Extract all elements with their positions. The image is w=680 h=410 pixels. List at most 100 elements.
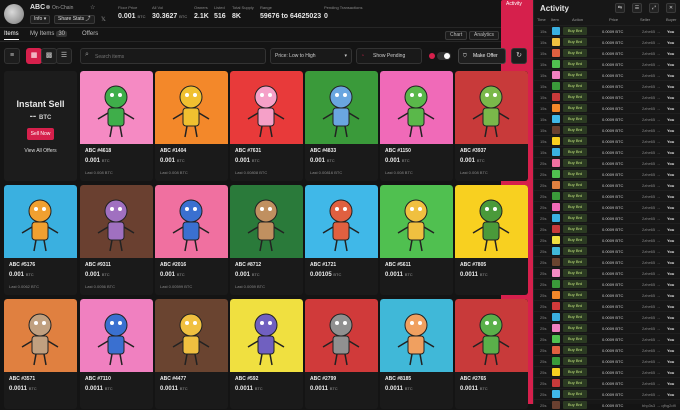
activity-seller[interactable]: 2zhe65 → [642,370,660,375]
activity-buyer[interactable]: You [667,205,674,210]
activity-buyer[interactable]: You [667,95,674,100]
activity-seller[interactable]: 2zhe65 → [642,348,660,353]
activity-row[interactable]: 15s Buy Brd 0.0009 BTC 2zhe65 → You [534,124,680,135]
toggle-switch[interactable] [437,52,451,60]
activity-row[interactable]: 25s Buy Brd 0.0009 BTC 2zhe65 → You [534,289,680,300]
activity-buyer[interactable]: You [667,128,674,133]
activity-row[interactable]: 25s Buy Brd 0.0009 BTC 2zhe65 → You [534,333,680,344]
activity-row[interactable]: 25s Buy Brd 0.0009 BTC 2zhe65 → You [534,223,680,234]
activity-buyer[interactable]: You [667,161,674,166]
activity-row[interactable]: 25s Buy Brd 0.0009 BTC 2zhe65 → You [534,311,680,322]
star-icon[interactable]: ☆ [90,4,95,11]
activity-buyer[interactable]: You [667,29,674,34]
activity-row[interactable]: 25s Buy Brd 0.0009 BTC 2zhe65 → You [534,322,680,333]
nft-card[interactable]: ABC #1150 0.001 BTC Last 0.008 BTC [380,71,453,181]
nft-card[interactable]: ABC #3571 0.0011 BTC [4,299,77,409]
view-tab-analytics[interactable]: Analytics [469,31,500,40]
activity-seller[interactable]: 2zhe65 → [642,62,660,67]
activity-row[interactable]: 15s Buy Brd 0.0009 BTC 2zhe65 → You [534,91,680,102]
activity-row[interactable]: 15s Buy Brd 0.0009 BTC 2zhe65 → You [534,80,680,91]
activity-buyer[interactable]: You [667,326,674,331]
activity-buyer[interactable]: You [667,73,674,78]
activity-seller[interactable]: 2zhe65 → [642,271,660,276]
share-stats-button[interactable]: Share Stats ⤴ [54,15,95,24]
nft-card[interactable]: ABC #9311 0.001 BTC Last 0.0056 BTC [80,185,153,295]
activity-buyer[interactable]: You [667,337,674,342]
activity-seller[interactable]: 2zhe65 → [642,381,660,386]
nft-card[interactable]: ABC #3937 0.001 BTC Last 0.008 BTC [455,71,528,181]
activity-buyer[interactable]: You [667,183,674,188]
activity-seller[interactable]: 2zhe65 → [642,128,660,133]
activity-seller[interactable]: 2zhe65 → [642,216,660,221]
activity-buyer[interactable]: You [667,315,674,320]
activity-buyer[interactable]: You [667,271,674,276]
activity-buyer[interactable]: You [667,304,674,309]
activity-seller[interactable]: 2zhe65 → [642,227,660,232]
nft-card[interactable]: ABC #7631 0.001 BTC Last 0.00808 BTC [230,71,303,181]
tab-my-items[interactable]: My Items 30 [30,31,68,37]
activity-row[interactable]: 25s Buy Brd 0.0009 BTC 2zhe65 → You [534,300,680,311]
activity-seller[interactable]: 2zhe65 → [642,40,660,45]
activity-row[interactable]: 25s Buy Brd 0.0009 BTC 2zhe65 → You [534,344,680,355]
activity-buyer[interactable]: You [667,348,674,353]
activity-row[interactable]: 15s Buy Brd 0.0009 BTC 2zhe65 → You [534,25,680,36]
activity-buyer[interactable]: You [667,227,674,232]
activity-seller[interactable]: 2zhe65 → [642,326,660,331]
nft-card[interactable]: ABC #4477 0.0011 BTC [155,299,228,409]
nft-card[interactable]: ABC #7110 0.0011 BTC [80,299,153,409]
nft-card[interactable]: ABC #4618 0.001 BTC Last 0.008 BTC [80,71,153,181]
activity-row[interactable]: 25s Buy Brd 0.0009 BTC 2zhe65 → You [534,388,680,399]
activity-buyer[interactable]: You [667,51,674,56]
nft-card[interactable]: ABC #5611 0.0011 BTC [380,185,453,295]
activity-seller[interactable]: 2zhe65 → [642,194,660,199]
activity-row[interactable]: 25s Buy Brd 0.0009 BTC 2zhe65 → You [534,267,680,278]
x-social-icon[interactable]: 𝕏 [101,16,106,23]
activity-buyer[interactable]: You [667,282,674,287]
activity-buyer[interactable]: You [667,238,674,243]
activity-row[interactable]: 15s Buy Brd 0.0009 BTC 2zhe65 → You [534,58,680,69]
search-input[interactable] [95,52,263,61]
activity-row[interactable]: 15s Buy Brd 0.0009 BTC 2zhe65 → You [534,36,680,47]
activity-buyer[interactable]: You [667,249,674,254]
activity-row[interactable]: 15s Buy Brd 0.0009 BTC 2zhe65 → You [534,135,680,146]
activity-row[interactable]: 15s Buy Brd 0.0009 BTC 2zhe65 → You [534,69,680,80]
swap-icon[interactable]: ⇆ [615,3,625,13]
activity-buyer[interactable]: You [667,260,674,265]
nft-card[interactable]: ABC #5176 0.001 BTC Last 0.0062 BTC [4,185,77,295]
view-tab-chart[interactable]: Chart [445,31,468,40]
activity-seller[interactable]: 2zhe65 → [642,238,660,243]
activity-row[interactable]: 25s Buy Brd 0.0009 BTC 2zhe65 → You [534,256,680,267]
activity-buyer[interactable]: You [667,117,674,122]
activity-buyer[interactable]: You [667,106,674,111]
activity-seller[interactable]: 2zhe65 → [642,117,660,122]
info-button[interactable]: Info ▾ [30,15,51,24]
activity-row[interactable]: 25s Buy Brd 0.0009 BTC 2zhe65 → You [534,201,680,212]
expand-icon[interactable]: ⤢ [649,3,659,13]
activity-buyer[interactable]: You [667,392,674,397]
close-icon[interactable]: ✕ [666,3,676,13]
activity-seller[interactable]: 2zhe65 → [642,304,660,309]
activity-buyer[interactable]: You [667,62,674,67]
activity-buyer[interactable]: You [667,359,674,364]
activity-buyer[interactable]: You [667,216,674,221]
activity-seller[interactable]: 2zhe65 → [642,260,660,265]
nft-card[interactable]: ABC #2765 0.0011 BTC [455,299,528,409]
activity-buyer[interactable]: You [667,150,674,155]
activity-seller[interactable]: 2zhe65 → [642,392,660,397]
list-view-button[interactable]: ☰ [56,48,72,64]
activity-seller[interactable]: 2zhe65 → [642,359,660,364]
activity-seller[interactable]: 2zhe65 → [642,315,660,320]
activity-buyer[interactable]: You [667,139,674,144]
activity-seller[interactable]: 2zhe65 → [642,183,660,188]
nft-card[interactable]: ABC #8185 0.0011 BTC [380,299,453,409]
view-all-offers-link[interactable]: View All Offers [4,148,77,154]
list-icon[interactable]: ☰ [632,3,642,13]
activity-seller[interactable]: 2zhe65 → [642,139,660,144]
activity-seller[interactable]: 2zhe65 → [642,161,660,166]
activity-row[interactable]: 15s Buy Brd 0.0009 BTC 2zhe65 → You [534,102,680,113]
activity-row[interactable]: 15s Buy Brd 0.0009 BTC 2zhe65 → You [534,47,680,58]
activity-row[interactable]: 25s Buy Brd 0.0009 BTC 2zhe65 → You [534,168,680,179]
activity-seller[interactable]: 2zhe65 → [642,205,660,210]
activity-seller[interactable]: 2zhe65 → [642,150,660,155]
nft-card[interactable]: ABC #4833 0.001 BTC Last 0.00816 BTC [305,71,378,181]
